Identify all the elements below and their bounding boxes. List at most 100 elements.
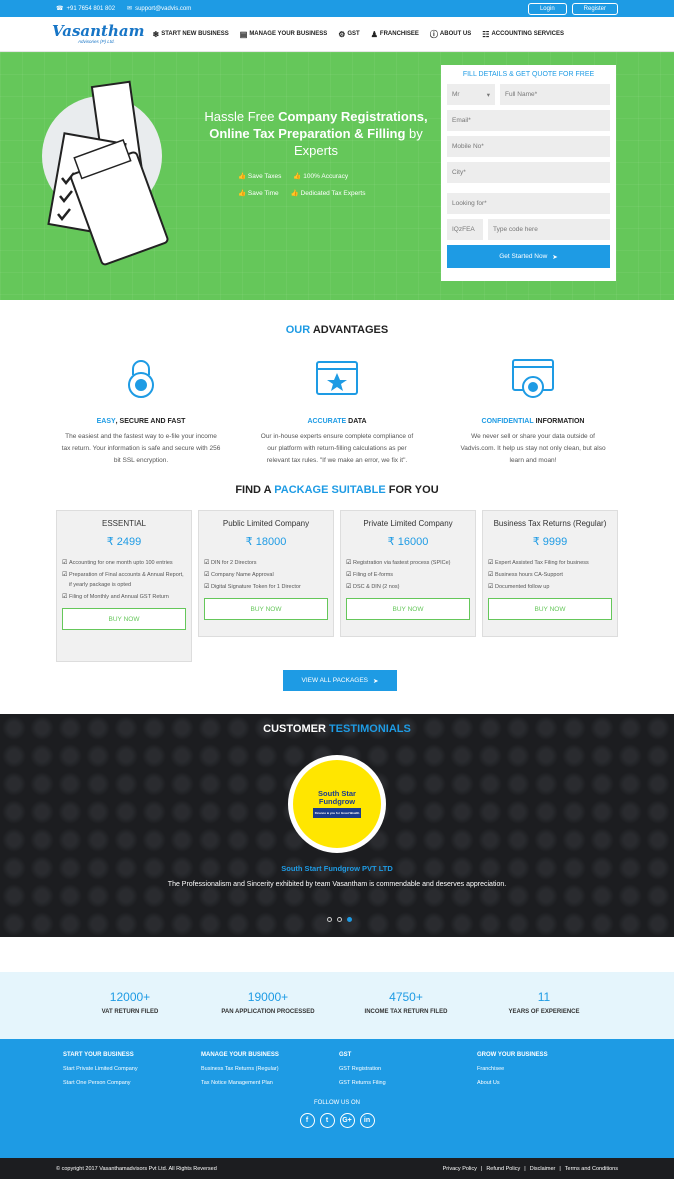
salutation-select[interactable]: Mr ▾ <box>447 84 495 105</box>
calculator-icon: ☷ <box>482 29 490 39</box>
testimonial-author: South Start Fundgrow PVT LTD <box>281 864 393 873</box>
phone-icon: ☎ <box>56 6 64 12</box>
package-feature: Business hours CA-Support <box>488 570 612 580</box>
looking-for-input[interactable]: Looking for* <box>447 193 610 214</box>
footer: START YOUR BUSINESS Start Private Limited… <box>0 1039 674 1158</box>
package-feature: Preparation of Final accounts & Annual R… <box>62 570 186 590</box>
users-icon: ♟ <box>370 29 378 39</box>
carousel-dot[interactable] <box>337 917 342 922</box>
disclaimer-link[interactable]: Disclaimer <box>530 1166 556 1172</box>
benefit-text: Dedicated Tax Experts <box>300 190 366 197</box>
google-plus-icon[interactable]: G+ <box>339 1113 355 1128</box>
menu-label: FRANCHISEE <box>379 31 419 37</box>
phone-text: +91 7654 801 802 <box>66 5 116 12</box>
footer-link[interactable]: Start One Person Company <box>63 1080 201 1086</box>
benefit-text: Save Time <box>247 190 279 197</box>
carousel-dot[interactable] <box>327 917 332 922</box>
captcha-image: IQzFEA <box>447 219 483 240</box>
mobile-input[interactable]: Mobile No* <box>447 136 610 157</box>
package-name: Private Limited Company <box>363 519 453 528</box>
social-links: f t G+ in <box>0 1113 674 1128</box>
buy-now-button[interactable]: BUY NOW <box>204 598 328 620</box>
footer-heading: START YOUR BUSINESS <box>63 1052 134 1058</box>
packages-title-accent: PACKAGE SUITABLE <box>274 484 386 496</box>
footer-link[interactable]: GST Registration <box>339 1066 477 1072</box>
stat-item: 4750+ INCOME TAX RETURN FILED <box>337 990 475 1039</box>
terms-link[interactable]: Terms and Conditions <box>565 1166 618 1172</box>
city-input[interactable]: City* <box>447 162 610 183</box>
linkedin-icon[interactable]: in <box>359 1113 375 1128</box>
menu-accounting-services[interactable]: ☷ ACCOUNTING SERVICES <box>482 29 564 40</box>
refund-policy-link[interactable]: Refund Policy <box>486 1166 520 1172</box>
stats-strip: 12000+ VAT RETURN FILED 19000+ PAN APPLICA… <box>0 972 674 1039</box>
footer-link[interactable]: Franchisee <box>477 1066 615 1072</box>
salutation-value: Mr <box>452 91 460 98</box>
buy-now-button[interactable]: BUY NOW <box>346 598 470 620</box>
advantage-heading-accent: ACCURATE <box>307 418 347 425</box>
menu-gst[interactable]: ⚙ GST <box>338 29 360 40</box>
logo[interactable]: Vasantham Advisories (P) Ltd. <box>52 22 145 45</box>
stat-item: 12000+ VAT RETURN FILED <box>61 990 199 1039</box>
advantage-heading: ACCURATE DATA <box>257 418 417 425</box>
packages-title-c: FOR YOU <box>385 484 439 496</box>
view-all-packages-button[interactable]: VIEW ALL PACKAGES ➤ <box>283 670 397 691</box>
packages-section: FIND A PACKAGE SUITABLE FOR YOU ESSENTIA… <box>0 484 674 662</box>
privacy-policy-link[interactable]: Privacy Policy <box>443 1166 477 1172</box>
advantages-title-accent: OUR <box>285 324 311 336</box>
benefit-item: 👍 Save Time <box>238 190 279 197</box>
advantage-heading-rest: DATA <box>346 418 367 425</box>
advantages-title: OUR ADVANTAGES <box>0 324 674 336</box>
get-started-button[interactable]: Get Started Now ➤ <box>447 245 610 268</box>
menu-about-us[interactable]: ⓘ ABOUT US <box>430 29 471 40</box>
package-price: ₹ 18000 <box>245 536 287 548</box>
testimonials-title-a: CUSTOMER <box>263 723 329 735</box>
hero-heading: Hassle Free Company Registrations, Onlin… <box>196 108 436 159</box>
footer-link[interactable]: GST Returns Filing <box>339 1080 477 1086</box>
package-price: ₹ 2499 <box>106 536 142 548</box>
caret-down-icon: ▾ <box>486 91 490 99</box>
client-logo-line2: Fundgrow <box>318 797 356 806</box>
logo-name: Vasantham <box>52 22 145 40</box>
menu-label: ABOUT US <box>439 31 472 37</box>
menu-manage-business[interactable]: ▤ MANAGE YOUR BUSINESS <box>240 29 327 40</box>
twitter-icon[interactable]: t <box>319 1113 335 1128</box>
package-feature: DIN for 2 Directors <box>204 558 328 568</box>
hero-banner: Hassle Free Company Registrations, Onlin… <box>0 52 674 300</box>
form-title: FILL DETAILS & GET QUOTE FOR FREE <box>462 71 595 78</box>
certificate-star-icon <box>257 354 417 404</box>
captcha-input[interactable]: Type code here <box>488 219 610 240</box>
footer-link[interactable]: Tax Notice Management Plan <box>201 1080 339 1086</box>
packages-title-a: FIND A <box>235 484 275 496</box>
email-contact[interactable]: ✉ support@vadvis.com <box>127 5 191 13</box>
footer-link[interactable]: About Us <box>477 1080 615 1086</box>
buy-now-button[interactable]: BUY NOW <box>488 598 612 620</box>
advantage-heading-rest: , SECURE AND FAST <box>115 418 186 425</box>
register-button[interactable]: Register <box>571 2 618 15</box>
briefcase-icon: ▤ <box>239 29 248 39</box>
email-input[interactable]: Email* <box>447 110 610 131</box>
package-feature: Expert Assisted Tax Filing for business <box>488 558 612 568</box>
advantage-confidential: CONFIDENTIAL INFORMATION We never sell o… <box>453 354 613 467</box>
login-button[interactable]: Login <box>527 2 567 15</box>
facebook-icon[interactable]: f <box>299 1113 315 1128</box>
advantage-heading-accent: EASY <box>96 418 116 425</box>
buy-now-button[interactable]: BUY NOW <box>62 608 186 630</box>
footer-heading: MANAGE YOUR BUSINESS <box>201 1052 279 1058</box>
carousel-dot-active[interactable] <box>347 917 352 922</box>
package-feature: DSC & DIN (2 nos) <box>346 582 470 592</box>
menu-start-new-business[interactable]: ❄ START NEW BUSINESS <box>152 29 228 40</box>
arrow-circle-right-icon: ➤ <box>373 677 379 685</box>
client-logo: South Star Fundgrow Finance & you for Gr… <box>288 755 386 853</box>
menu-label: GST <box>347 31 360 37</box>
footer-link[interactable]: Business Tax Returns (Regular) <box>201 1066 339 1072</box>
footer-column: GST GST Registration GST Returns Filing <box>339 1052 477 1094</box>
phone-contact[interactable]: ☎ +91 7654 801 802 <box>56 5 116 13</box>
full-name-input[interactable]: Full Name* <box>500 84 610 105</box>
advantage-text: Our in-house experts ensure complete com… <box>260 433 414 464</box>
menu-franchisee[interactable]: ♟ FRANCHISEE <box>371 29 419 40</box>
copyright-bar: © copyright 2017 Vasanthamadvisors Pvt L… <box>0 1158 674 1179</box>
package-price: ₹ 9999 <box>532 536 568 548</box>
advantage-heading-rest: INFORMATION <box>533 418 585 425</box>
footer-heading: GST <box>339 1052 352 1058</box>
footer-link[interactable]: Start Private Limited Company <box>63 1066 201 1072</box>
